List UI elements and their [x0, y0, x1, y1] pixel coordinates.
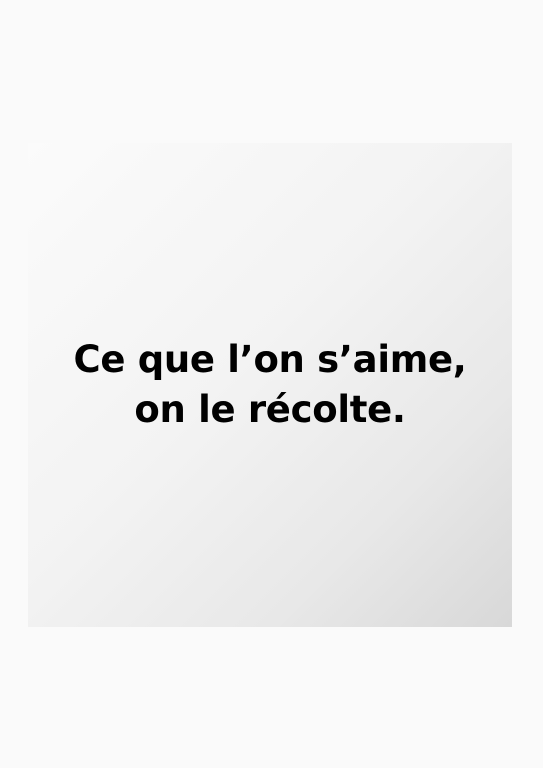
quote-text: Ce que l’on s’aime, on le récolte.: [73, 335, 466, 435]
quote-card: Ce que l’on s’aime, on le récolte.: [28, 143, 512, 627]
quote-line-2: on le récolte.: [134, 388, 406, 431]
page: Ce que l’on s’aime, on le récolte.: [0, 0, 543, 768]
quote-line-1: Ce que l’on s’aime,: [73, 338, 467, 381]
